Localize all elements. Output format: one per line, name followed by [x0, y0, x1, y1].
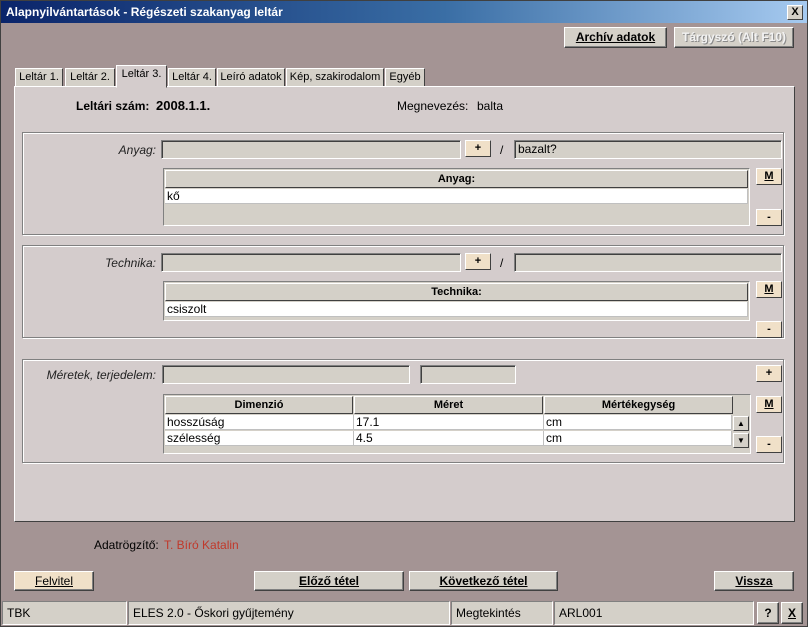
material-group: Anyag: + / bazalt? Anyag: kő M - — [22, 132, 784, 235]
technique-add-button[interactable]: + — [465, 253, 491, 270]
main-window: Alapnyilvántartások - Régészeti szakanya… — [0, 0, 808, 627]
felvitel-button[interactable]: Felvitel — [14, 571, 94, 591]
subject-button[interactable]: Tárgyszó (Alt F10) — [674, 27, 794, 48]
window-title: Alapnyilvántartások - Régészeti szakanya… — [6, 5, 283, 19]
technique-group: Technika: + / Technika: csiszolt M - — [22, 245, 784, 338]
dimensions-scrollbar[interactable]: ▲ ▼ — [733, 415, 749, 451]
dimensions-add-button[interactable]: + — [756, 365, 782, 382]
status-mode: Megtekintés — [451, 601, 553, 625]
material-column-header: Anyag: — [165, 170, 748, 188]
exit-button[interactable]: X — [781, 602, 803, 624]
next-item-button[interactable]: Következő tétel — [409, 571, 558, 591]
unit-cell[interactable]: cm — [544, 431, 732, 446]
tab-leltar-4[interactable]: Leltár 4. — [168, 68, 216, 87]
material-grid: Anyag: kő — [163, 168, 750, 226]
tab-leiro-adatok[interactable]: Leíró adatok — [217, 68, 285, 87]
size-column-header: Méret — [354, 396, 543, 414]
dimensions-secondary-field[interactable] — [420, 365, 516, 384]
material-input[interactable] — [161, 140, 461, 159]
material-remove-button[interactable]: - — [756, 209, 782, 226]
tab-egyeb[interactable]: Egyéb — [385, 68, 425, 87]
tab-leltar-2[interactable]: Leltár 2. — [65, 68, 115, 87]
archive-data-button[interactable]: Archív adatok — [564, 27, 667, 48]
tab-kep-szakirodalom[interactable]: Kép, szakirodalom — [286, 68, 384, 87]
technique-remove-button[interactable]: - — [756, 321, 782, 338]
technique-label: Technika: — [105, 256, 156, 270]
dimensions-grid: Dimenzió Méret Mértékegység hosszúság 17… — [163, 394, 751, 454]
size-cell[interactable]: 4.5 — [354, 431, 544, 446]
size-cell[interactable]: 17.1 — [354, 415, 544, 430]
inventory-number-label: Leltári szám: — [76, 99, 150, 113]
status-user: TBK — [2, 601, 127, 625]
recorder-value: T. Bíró Katalin — [164, 538, 239, 552]
technique-grid: Technika: csiszolt — [163, 281, 750, 321]
inventory-number-value: 2008.1.1. — [156, 98, 211, 113]
dimension-column-header: Dimenzió — [165, 396, 353, 414]
material-label: Anyag: — [118, 143, 156, 157]
material-m-button[interactable]: M — [756, 168, 782, 185]
dimensions-group: Méretek, terjedelem: + Dimenzió Méret Mé… — [22, 359, 784, 463]
name-label: Megnevezés: — [397, 99, 469, 113]
previous-item-button[interactable]: Előző tétel — [254, 571, 404, 591]
technique-row[interactable]: csiszolt — [165, 302, 748, 317]
unit-cell[interactable]: cm — [544, 415, 732, 430]
dimensions-label: Méretek, terjedelem: — [46, 368, 156, 382]
close-icon[interactable]: X — [787, 5, 803, 20]
tab-leltar-1[interactable]: Leltár 1. — [15, 68, 63, 87]
technique-secondary-field[interactable] — [514, 253, 782, 272]
unit-column-header: Mértékegység — [544, 396, 733, 414]
technique-slash: / — [500, 256, 504, 270]
dimension-cell[interactable]: hosszúság — [165, 415, 354, 430]
name-value: balta — [477, 99, 504, 113]
material-add-button[interactable]: + — [465, 140, 491, 157]
material-slash: / — [500, 143, 504, 157]
tab-panel: Leltári szám: 2008.1.1. Megnevezés: balt… — [14, 86, 795, 522]
recorder-label: Adatrögzítő: — [94, 538, 159, 552]
status-app: ELES 2.0 - Őskori gyűjtemény — [128, 601, 450, 625]
status-code: ARL001 — [554, 601, 754, 625]
material-secondary-field[interactable]: bazalt? — [514, 140, 782, 159]
dimensions-m-button[interactable]: M — [756, 396, 782, 413]
dimension-cell[interactable]: szélesség — [165, 431, 354, 446]
scroll-down-icon[interactable]: ▼ — [733, 433, 749, 448]
tab-leltar-3[interactable]: Leltár 3. — [116, 65, 167, 88]
material-row[interactable]: kő — [165, 189, 748, 204]
technique-input[interactable] — [161, 253, 461, 272]
title-bar: Alapnyilvántartások - Régészeti szakanya… — [1, 1, 807, 23]
technique-column-header: Technika: — [165, 283, 748, 301]
dimensions-remove-button[interactable]: - — [756, 436, 782, 453]
technique-m-button[interactable]: M — [756, 281, 782, 298]
back-button[interactable]: Vissza — [714, 571, 794, 591]
help-button[interactable]: ? — [757, 602, 779, 624]
dimensions-input[interactable] — [162, 365, 410, 384]
scroll-up-icon[interactable]: ▲ — [733, 416, 749, 431]
